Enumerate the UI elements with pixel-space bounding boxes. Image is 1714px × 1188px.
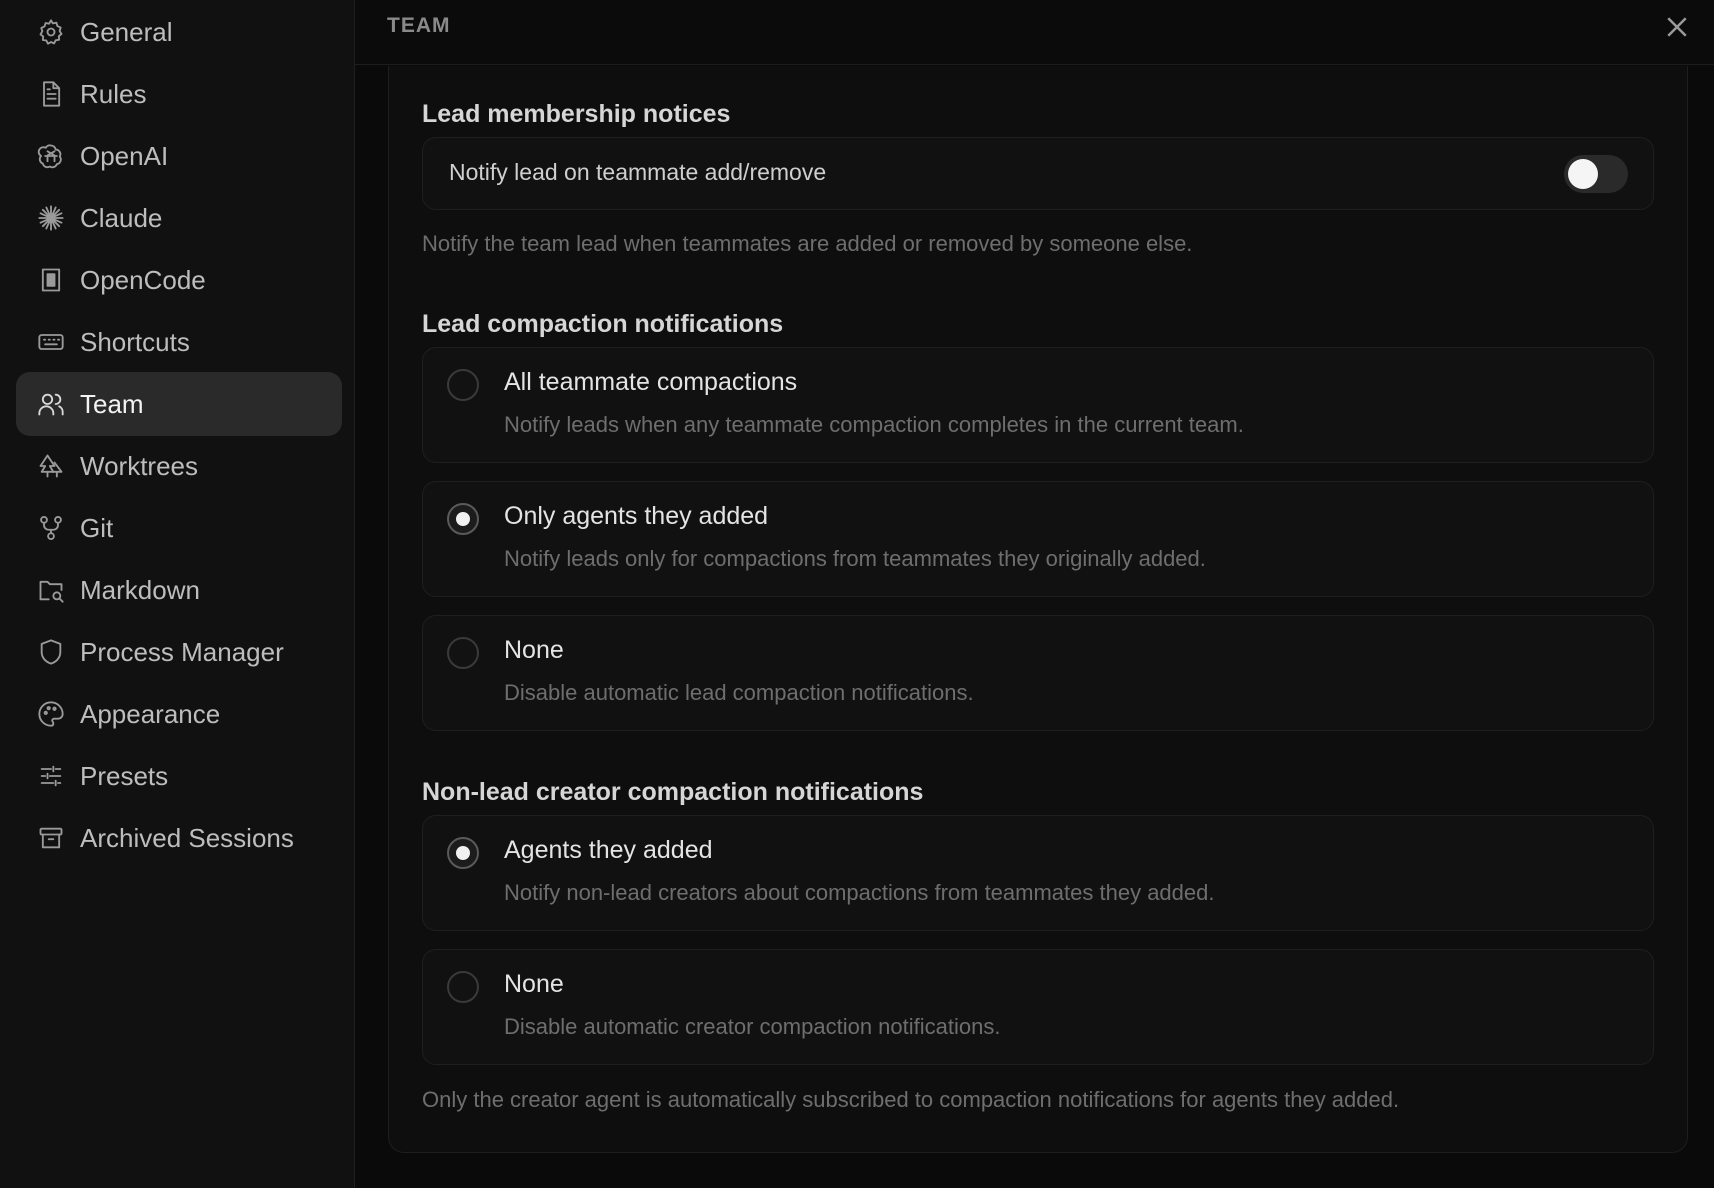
section-title-membership: Lead membership notices (422, 100, 731, 128)
sidebar-item-label: Process Manager (80, 636, 284, 667)
sidebar-item-label: Git (80, 512, 114, 543)
trees-icon (36, 451, 66, 481)
option-title: None (504, 636, 564, 664)
sliders-icon (36, 761, 66, 791)
option-title: Agents they added (504, 836, 713, 864)
option-description: Disable automatic lead compaction notifi… (504, 680, 974, 705)
sidebar-item-markdown[interactable]: Markdown (16, 558, 342, 622)
openai-icon (36, 141, 66, 171)
folder-search-icon (36, 575, 66, 605)
sidebar-item-label: General (80, 16, 173, 47)
sidebar-item-presets[interactable]: Presets (16, 744, 342, 808)
option-description: Notify non-lead creators about compactio… (504, 880, 1215, 905)
keyboard-icon (36, 327, 66, 357)
section-title-creator-compaction: Non-lead creator compaction notification… (422, 778, 924, 806)
option-title: Only agents they added (504, 502, 769, 530)
claude-icon (36, 203, 66, 233)
sidebar-item-label: Rules (80, 78, 147, 109)
membership-toggle-row: Notify lead on teammate add/remove (422, 137, 1654, 210)
sidebar: General Rules OpenAI Claude OpenCode Sho… (0, 0, 355, 1188)
sidebar-item-label: Markdown (80, 574, 200, 605)
sidebar-item-process-manager[interactable]: Process Manager (16, 620, 342, 684)
creator-help-text: Only the creator agent is automatically … (422, 1087, 1400, 1112)
sidebar-item-label: Claude (80, 202, 163, 233)
palette-icon (36, 699, 66, 729)
sidebar-item-label: OpenCode (80, 264, 206, 295)
settings-window: General Rules OpenAI Claude OpenCode Sho… (0, 0, 1714, 1188)
option-title: None (504, 970, 564, 998)
sidebar-item-shortcuts[interactable]: Shortcuts (16, 310, 342, 374)
option-title: All teammate compactions (504, 368, 798, 396)
shield-icon (36, 637, 66, 667)
sidebar-item-opencode[interactable]: OpenCode (16, 248, 342, 312)
toggle-knob (1568, 159, 1598, 189)
sidebar-item-git[interactable]: Git (16, 496, 342, 560)
document-icon (36, 79, 66, 109)
radio-button-selected[interactable] (447, 503, 479, 535)
option-description: Notify leads when any teammate compactio… (504, 412, 1244, 437)
option-creator-none[interactable]: None Disable automatic creator compactio… (422, 949, 1654, 1065)
section-title-lead-compaction: Lead compaction notifications (422, 310, 784, 338)
users-icon (36, 389, 66, 419)
sidebar-item-general[interactable]: General (16, 0, 342, 64)
sidebar-item-label: Archived Sessions (80, 822, 294, 853)
sidebar-item-label: Appearance (80, 698, 221, 729)
radio-button[interactable] (447, 637, 479, 669)
sidebar-item-label: Worktrees (80, 450, 198, 481)
archive-icon (36, 823, 66, 853)
option-description: Notify leads only for compactions from t… (504, 546, 1206, 571)
option-lead-none[interactable]: None Disable automatic lead compaction n… (422, 615, 1654, 731)
sidebar-item-label: Team (80, 388, 144, 419)
sidebar-item-label: OpenAI (80, 140, 169, 171)
toggle-label: Notify lead on teammate add/remove (449, 159, 827, 185)
gear-icon (36, 17, 66, 47)
option-description: Disable automatic creator compaction not… (504, 1014, 1001, 1039)
option-only-agents-they-added[interactable]: Only agents they added Notify leads only… (422, 481, 1654, 597)
sidebar-item-rules[interactable]: Rules (16, 62, 342, 126)
sidebar-item-openai[interactable]: OpenAI (16, 124, 342, 188)
option-all-teammate-compactions[interactable]: All teammate compactions Notify leads wh… (422, 347, 1654, 463)
sidebar-item-label: Shortcuts (80, 326, 190, 357)
header-bar: TEAM (355, 0, 1714, 65)
sidebar-item-worktrees[interactable]: Worktrees (16, 434, 342, 498)
radio-button[interactable] (447, 369, 479, 401)
page-title: TEAM (387, 14, 451, 37)
radio-button[interactable] (447, 971, 479, 1003)
option-agents-they-added[interactable]: Agents they added Notify non-lead creato… (422, 815, 1654, 931)
close-icon (1667, 17, 1687, 37)
git-branch-icon (36, 513, 66, 543)
opencode-icon (36, 265, 66, 295)
close-button[interactable] (1662, 12, 1692, 42)
radio-button-selected[interactable] (447, 837, 479, 869)
sidebar-item-label: Presets (80, 760, 169, 791)
sidebar-item-claude[interactable]: Claude (16, 186, 342, 250)
sidebar-item-appearance[interactable]: Appearance (16, 682, 342, 746)
sidebar-item-team[interactable]: Team (16, 372, 342, 436)
sidebar-item-archived-sessions[interactable]: Archived Sessions (16, 806, 342, 870)
membership-help-text: Notify the team lead when teammates are … (422, 231, 1193, 256)
notify-lead-toggle[interactable] (1564, 155, 1628, 193)
